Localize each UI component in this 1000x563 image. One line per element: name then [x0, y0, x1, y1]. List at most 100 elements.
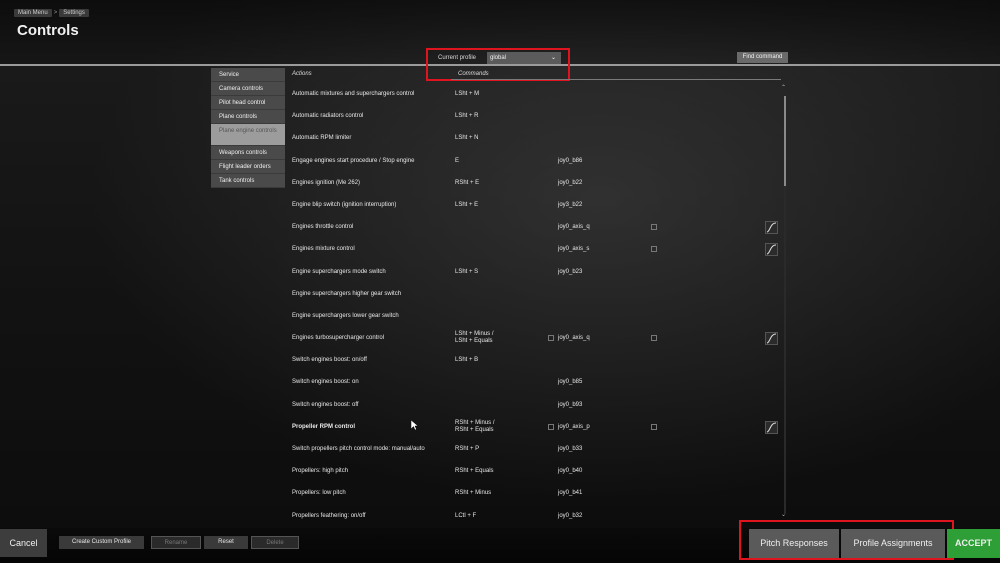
secondary-binding[interactable]: joy0_b22 [558, 180, 582, 186]
table-row[interactable]: Switch engines boost: off joy0_b93 [292, 395, 792, 417]
breadcrumb: Main Menu > Settings [14, 8, 89, 18]
invert-checkbox[interactable] [548, 335, 554, 342]
response-curve-icon[interactable] [765, 221, 778, 235]
table-row[interactable]: Engine superchargers mode switch LSht + … [292, 262, 792, 284]
primary-binding[interactable]: E [455, 158, 459, 165]
action-label: Switch engines boost: off [292, 401, 359, 408]
primary-binding[interactable]: RSht + Minus [455, 490, 491, 497]
table-row[interactable]: Automatic radiators control LSht + R [292, 106, 792, 128]
binding-text: RSht + Minus / RSht + Equals [455, 419, 495, 433]
current-profile-label: Current profile [438, 55, 477, 61]
primary-binding[interactable]: LSht + M [455, 91, 479, 98]
primary-binding[interactable]: LSht + E [455, 202, 478, 209]
find-command-button[interactable]: Find command [737, 52, 788, 63]
primary-binding[interactable]: LSht + B [455, 357, 478, 364]
action-label: Engines ignition (Me 262) [292, 179, 361, 186]
table-row[interactable]: Engines ignition (Me 262) RSht + E joy0_… [292, 173, 792, 195]
column-header-actions: Actions [292, 71, 312, 77]
action-label: Propeller RPM control [292, 423, 356, 430]
invert-checkbox[interactable] [548, 423, 554, 430]
table-row[interactable]: Switch engines boost: on/off LSht + B [292, 350, 792, 372]
reset-button[interactable]: Reset [204, 536, 248, 549]
table-row[interactable]: Propellers feathering: on/off LCtl + F j… [292, 506, 792, 528]
action-label: Engage engines start procedure / Stop en… [292, 157, 415, 164]
secondary-binding[interactable]: joy0_b93 [558, 402, 582, 408]
scroll-thumb[interactable] [784, 96, 786, 186]
table-row[interactable]: Automatic mixtures and superchargers con… [292, 84, 792, 106]
category-plane-engine-controls[interactable]: Plane engine controls [211, 124, 285, 146]
table-scrollbar[interactable]: ⌃ ⌄ [781, 84, 789, 520]
create-custom-profile-button[interactable]: Create Custom Profile [59, 536, 144, 549]
category-pilot-head-control[interactable]: Pilot head control [211, 96, 285, 110]
primary-binding[interactable]: LSht + Minus / LSht + Equals [455, 331, 505, 345]
delete-button[interactable]: Delete [251, 536, 299, 549]
pitch-responses-button[interactable]: Pitch Responses [749, 529, 839, 558]
table-row[interactable]: Engine superchargers lower gear switch [292, 306, 792, 328]
table-row[interactable]: Propellers: low pitch RSht + Minus joy0_… [292, 483, 792, 505]
response-curve-icon[interactable] [765, 243, 778, 257]
action-label: Switch propellers pitch control mode: ma… [292, 446, 425, 452]
chevron-up-icon[interactable]: ⌃ [781, 84, 786, 91]
primary-binding[interactable]: LCtl + F [455, 513, 476, 520]
secondary-binding[interactable]: joy0_axis_q [558, 224, 590, 230]
rename-button[interactable]: Rename [151, 536, 201, 549]
action-label: Engine superchargers mode switch [292, 268, 386, 275]
category-tank-controls[interactable]: Tank controls [211, 174, 285, 188]
category-camera-controls[interactable]: Camera controls [211, 82, 285, 96]
secondary-binding[interactable]: joy0_b85 [558, 379, 582, 385]
primary-binding[interactable]: RSht + P [455, 446, 479, 453]
bindings-table: Automatic mixtures and superchargers con… [292, 84, 792, 528]
chevron-down-icon[interactable]: ⌄ [781, 511, 786, 518]
primary-binding[interactable]: LSht + S [455, 269, 478, 276]
secondary-binding[interactable]: joy0_b41 [558, 490, 582, 496]
secondary-binding[interactable]: joy0_b40 [558, 468, 582, 474]
primary-binding[interactable]: RSht + Minus / RSht + Equals [455, 420, 505, 434]
table-row[interactable]: Engines turbosupercharger control LSht +… [292, 328, 792, 350]
category-flight-leader-orders[interactable]: Flight leader orders [211, 160, 285, 174]
breadcrumb-main-menu[interactable]: Main Menu [14, 9, 52, 17]
invert-checkbox[interactable] [651, 224, 657, 231]
action-label: Automatic radiators control [292, 113, 364, 120]
secondary-binding[interactable]: joy0_b23 [558, 269, 582, 275]
secondary-binding[interactable]: joy3_b22 [558, 202, 582, 208]
secondary-binding[interactable]: joy0_axis_q [558, 335, 590, 341]
table-row[interactable]: Propellers: high pitch RSht + Equals joy… [292, 461, 792, 483]
column-header-divider [451, 79, 781, 80]
breadcrumb-settings[interactable]: Settings [59, 9, 89, 17]
table-row[interactable]: Engine superchargers higher gear switch [292, 284, 792, 306]
table-row[interactable]: Switch engines boost: on joy0_b85 [292, 372, 792, 394]
secondary-binding[interactable]: joy0_axis_p [558, 424, 590, 430]
invert-checkbox[interactable] [651, 246, 657, 253]
primary-binding[interactable]: LSht + N [455, 135, 479, 142]
table-row[interactable]: Propeller RPM control RSht + Minus / RSh… [292, 417, 792, 439]
table-row[interactable]: Engines throttle control joy0_axis_q [292, 217, 792, 239]
category-list: Service Camera controls Pilot head contr… [211, 68, 285, 188]
primary-binding[interactable]: RSht + E [455, 180, 479, 187]
action-label: Switch engines boost: on [292, 379, 359, 386]
secondary-binding[interactable]: joy0_b32 [558, 513, 582, 519]
primary-binding[interactable]: RSht + Equals [455, 468, 494, 475]
primary-binding[interactable]: LSht + R [455, 113, 479, 120]
profile-assignments-button[interactable]: Profile Assignments [841, 529, 945, 558]
table-row[interactable]: Switch propellers pitch control mode: ma… [292, 439, 792, 461]
action-label: Propellers: low pitch [292, 490, 346, 497]
category-weapons-controls[interactable]: Weapons controls [211, 146, 285, 160]
response-curve-icon[interactable] [765, 420, 778, 434]
secondary-binding[interactable]: joy0_axis_s [558, 246, 589, 252]
table-row[interactable]: Engage engines start procedure / Stop en… [292, 151, 792, 173]
profile-select[interactable]: global ⌄ [487, 52, 561, 64]
invert-checkbox[interactable] [651, 335, 657, 342]
secondary-binding[interactable]: joy0_b86 [558, 158, 582, 164]
category-service[interactable]: Service [211, 68, 285, 82]
secondary-binding[interactable]: joy0_b33 [558, 446, 582, 452]
cancel-button[interactable]: Cancel [0, 529, 47, 557]
invert-checkbox[interactable] [651, 423, 657, 430]
action-label: Engines throttle control [292, 224, 354, 231]
action-label: Engines mixture control [292, 246, 355, 253]
table-row[interactable]: Engine blip switch (ignition interruptio… [292, 195, 792, 217]
category-plane-controls[interactable]: Plane controls [211, 110, 285, 124]
accept-button[interactable]: ACCEPT [947, 529, 1000, 558]
response-curve-icon[interactable] [765, 332, 778, 346]
table-row[interactable]: Engines mixture control joy0_axis_s [292, 239, 792, 261]
table-row[interactable]: Automatic RPM limiter LSht + N [292, 128, 792, 150]
